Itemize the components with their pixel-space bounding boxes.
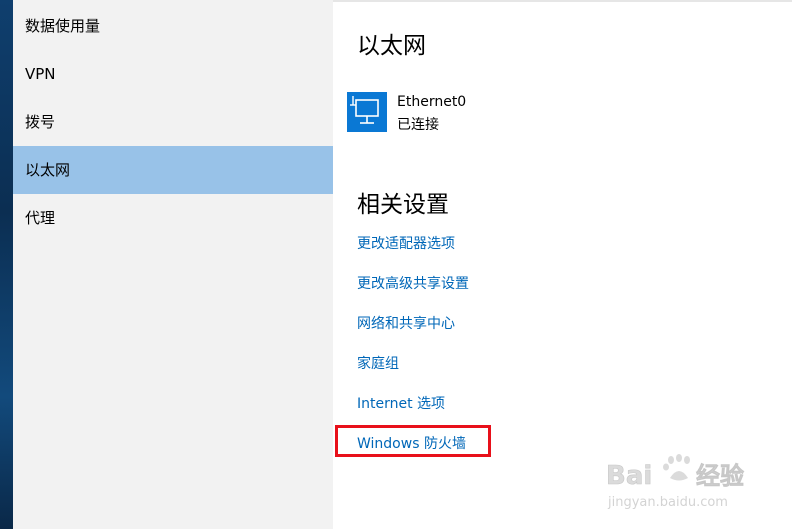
sidebar-item-vpn[interactable]: VPN: [13, 50, 333, 98]
watermark-url: jingyan.baidu.com: [607, 495, 728, 510]
sidebar-item-label: 代理: [25, 209, 56, 227]
link-homegroup[interactable]: 家庭组: [357, 353, 399, 373]
sidebar-item-label: VPN: [25, 65, 56, 83]
watermark-brand-right: 经验: [696, 462, 744, 490]
sidebar-item-label: 拨号: [25, 113, 56, 131]
sidebar-item-dialup[interactable]: 拨号: [13, 98, 333, 146]
baidu-jingyan-watermark: Bai 经验 jingyan.baidu.com: [606, 454, 744, 510]
related-settings-title: 相关设置: [357, 192, 449, 218]
paw-icon: [663, 454, 690, 481]
sidebar-item-ethernet[interactable]: 以太网: [13, 146, 333, 194]
link-change-adapter-options[interactable]: 更改适配器选项: [357, 233, 455, 253]
link-internet-options[interactable]: Internet 选项: [357, 393, 445, 413]
sidebar-item-label: 数据使用量: [25, 17, 101, 35]
sidebar: 数据使用量 VPN 拨号 以太网 代理: [13, 0, 333, 529]
page-title: 以太网: [357, 33, 426, 59]
highlight-annotation: [335, 425, 491, 457]
sidebar-item-data-usage[interactable]: 数据使用量: [13, 2, 333, 50]
desktop-background: [0, 0, 13, 529]
sidebar-item-label: 以太网: [25, 161, 71, 179]
ethernet-monitor-icon[interactable]: [347, 92, 387, 132]
watermark-brand-left: Bai: [606, 461, 652, 491]
link-network-sharing-center[interactable]: 网络和共享中心: [357, 313, 455, 333]
ethernet-status: 已连接: [397, 117, 439, 133]
link-advanced-sharing-settings[interactable]: 更改高级共享设置: [357, 273, 469, 293]
sidebar-item-proxy[interactable]: 代理: [13, 194, 333, 242]
ethernet-name[interactable]: Ethernet0: [397, 94, 466, 110]
